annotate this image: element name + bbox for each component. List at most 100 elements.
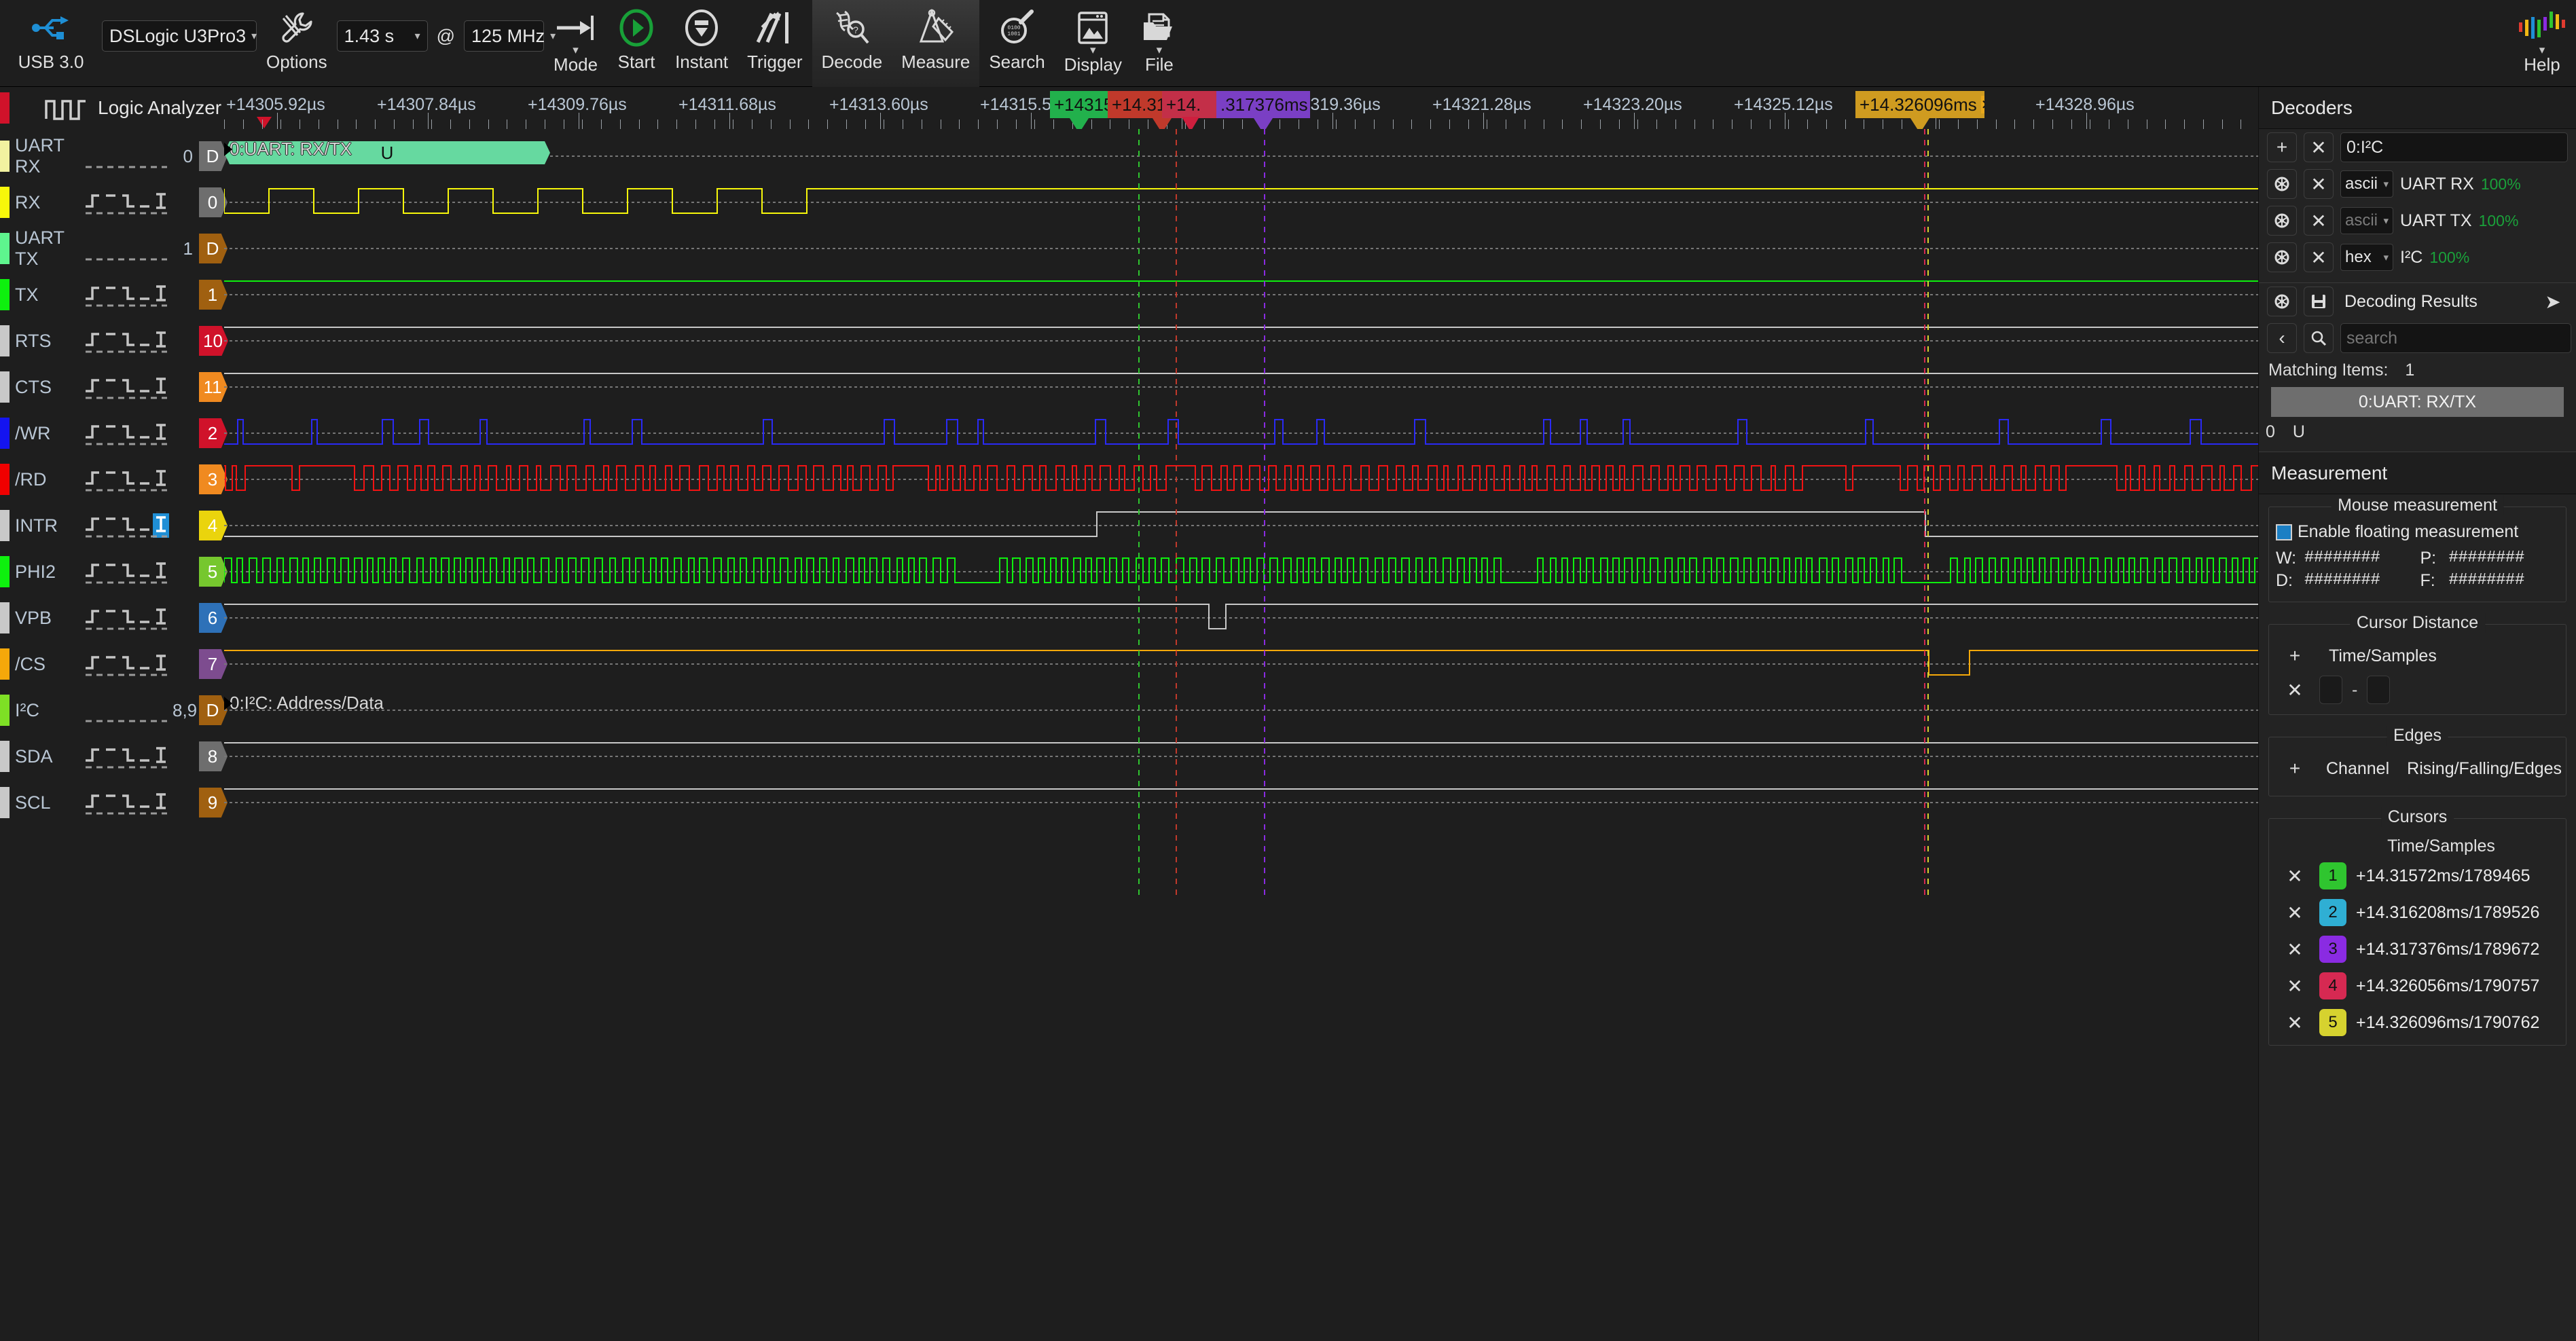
- channel-color-swatch[interactable]: [0, 279, 10, 310]
- duration-select[interactable]: 1.43 s ▾: [336, 20, 428, 52]
- channel-badge[interactable]: 0: [199, 187, 228, 217]
- channel-name-label[interactable]: TX: [10, 284, 81, 306]
- instant-button[interactable]: Instant: [666, 0, 738, 87]
- ruler-cursor-flag[interactable]: +14.: [1162, 91, 1220, 118]
- search-button[interactable]: 0100 1001 Search: [979, 0, 1054, 87]
- decoder-expand-arrow-icon[interactable]: [224, 143, 232, 156]
- channel-trigger-selector[interactable]: [81, 327, 173, 354]
- decoder-config-button[interactable]: [2267, 169, 2297, 199]
- channel-badge[interactable]: 6: [199, 603, 228, 633]
- enable-floating-measurement-checkbox[interactable]: [2276, 523, 2292, 540]
- channel-trigger-selector[interactable]: [81, 373, 173, 401]
- cursor-marker[interactable]: 3: [1254, 118, 1273, 129]
- channel-trigger-selector[interactable]: [81, 235, 173, 262]
- mode-button[interactable]: ▾ Mode: [544, 0, 607, 87]
- delete-cursor-button[interactable]: ✕: [2280, 971, 2310, 1001]
- channel-badge[interactable]: 4: [199, 511, 228, 540]
- cursor-id-chip[interactable]: 2: [2319, 899, 2346, 926]
- channel-trigger-selector[interactable]: [81, 604, 173, 631]
- delete-cursor-button[interactable]: ✕: [2280, 898, 2310, 927]
- decoder-delete-button[interactable]: ✕: [2304, 206, 2334, 236]
- channel-badge[interactable]: 8: [199, 741, 228, 771]
- display-button[interactable]: ▾ Display: [1055, 0, 1131, 87]
- delete-cursor-button[interactable]: ✕: [2280, 861, 2310, 891]
- channel-color-swatch[interactable]: [0, 648, 10, 680]
- channel-name-label[interactable]: /RD: [10, 469, 81, 490]
- cursor-id-chip[interactable]: 3: [2319, 936, 2346, 963]
- channel-name-label[interactable]: PHI2: [10, 562, 81, 583]
- channel-trigger-selector[interactable]: [81, 743, 173, 770]
- decoder-format-select[interactable]: ascii ▾: [2340, 207, 2393, 234]
- channel-name-label[interactable]: INTR: [10, 515, 81, 536]
- decoder-delete-button[interactable]: ✕: [2304, 242, 2334, 272]
- channel-trigger-selector[interactable]: [81, 466, 173, 493]
- decoder-format-select[interactable]: hex ▾: [2340, 244, 2393, 271]
- channel-badge[interactable]: D: [199, 695, 228, 725]
- channel-badge[interactable]: D: [199, 234, 228, 263]
- cursor-marker[interactable]: 5: [1910, 118, 1929, 129]
- cursor-distance-to-field[interactable]: [2367, 676, 2391, 704]
- channel-color-swatch[interactable]: [0, 464, 10, 495]
- channel-name-label[interactable]: SCL: [10, 792, 81, 813]
- channel-color-swatch[interactable]: [0, 187, 10, 218]
- channel-trigger-selector[interactable]: [81, 420, 173, 447]
- channel-name-label[interactable]: /CS: [10, 654, 81, 675]
- decode-button[interactable]: ? Decode: [812, 0, 892, 87]
- channel-name-label[interactable]: SDA: [10, 746, 81, 767]
- measure-button[interactable]: Measure: [892, 0, 980, 87]
- channel-trigger-selector[interactable]: [81, 189, 173, 216]
- cursor-marker[interactable]: 1: [1069, 118, 1089, 129]
- channel-badge[interactable]: 2: [199, 418, 228, 448]
- device-select[interactable]: DSLogic U3Pro3 ▾: [102, 20, 257, 52]
- delete-cursor-button[interactable]: ✕: [2280, 934, 2310, 964]
- channel-trigger-selector[interactable]: [81, 143, 173, 170]
- channel-badge[interactable]: D: [199, 141, 228, 171]
- decoder-expand-arrow-icon[interactable]: [224, 697, 232, 710]
- channel-trigger-selector[interactable]: [81, 281, 173, 308]
- channel-badge[interactable]: 1: [199, 280, 228, 310]
- cursor-id-chip[interactable]: 1: [2319, 862, 2346, 889]
- waveform-lane[interactable]: [224, 779, 2258, 826]
- ruler-cursor-flag[interactable]: +14.326096ms✕: [1855, 91, 1984, 118]
- options-button[interactable]: Options: [257, 0, 337, 87]
- channel-badge[interactable]: 9: [199, 788, 228, 818]
- channel-name-label[interactable]: CTS: [10, 377, 81, 398]
- add-edge-measure-button[interactable]: +: [2280, 754, 2310, 784]
- decoder-settings-button[interactable]: [2267, 287, 2297, 316]
- waveform-lane[interactable]: [224, 733, 2258, 779]
- trigger-marker[interactable]: [1181, 117, 1199, 129]
- decoder-delete-button[interactable]: ✕: [2304, 169, 2334, 199]
- channel-badge[interactable]: 11: [199, 372, 228, 402]
- waveform-lane[interactable]: 0:I²C: Address/Data: [224, 687, 2258, 733]
- channel-color-swatch[interactable]: [0, 510, 10, 541]
- channel-color-swatch[interactable]: [0, 602, 10, 633]
- waveform-lane[interactable]: [224, 225, 2258, 272]
- cursor-id-chip[interactable]: 4: [2319, 972, 2346, 999]
- channel-name-label[interactable]: /WR: [10, 423, 81, 444]
- decoding-result-row[interactable]: 0U: [2259, 417, 2576, 442]
- cursor-distance-from-field[interactable]: [2319, 676, 2342, 704]
- remove-all-decoders-button[interactable]: ✕: [2304, 132, 2334, 162]
- channel-color-swatch[interactable]: [0, 787, 10, 818]
- channel-color-swatch[interactable]: [0, 556, 10, 587]
- waveform-lane[interactable]: [224, 318, 2258, 364]
- channel-name-label[interactable]: I²C: [10, 700, 81, 721]
- decoder-config-button[interactable]: [2267, 206, 2297, 236]
- channel-name-label[interactable]: RTS: [10, 331, 81, 352]
- clear-cursor-distance-button[interactable]: ✕: [2280, 675, 2310, 705]
- cursor-id-chip[interactable]: 5: [2319, 1009, 2346, 1036]
- channel-color-swatch[interactable]: [0, 418, 10, 449]
- channel-color-swatch[interactable]: [0, 233, 10, 264]
- waveform-lane[interactable]: [224, 641, 2258, 687]
- waveform-lane[interactable]: [224, 364, 2258, 410]
- decoder-format-select[interactable]: ascii ▾: [2340, 170, 2393, 198]
- channel-name-label[interactable]: VPB: [10, 608, 81, 629]
- search-results-button[interactable]: [2304, 323, 2334, 353]
- cursor-marker[interactable]: 2: [1153, 118, 1172, 129]
- channel-color-swatch[interactable]: [0, 371, 10, 403]
- time-ruler[interactable]: +14305.92µs +14307.84µs +14309.76µs +14311.…: [224, 87, 2258, 129]
- file-button[interactable]: ▾ File: [1131, 0, 1187, 87]
- waveform-lane[interactable]: [224, 179, 2258, 225]
- add-decoder-button[interactable]: +: [2267, 132, 2297, 162]
- decoder-config-button[interactable]: [2267, 242, 2297, 272]
